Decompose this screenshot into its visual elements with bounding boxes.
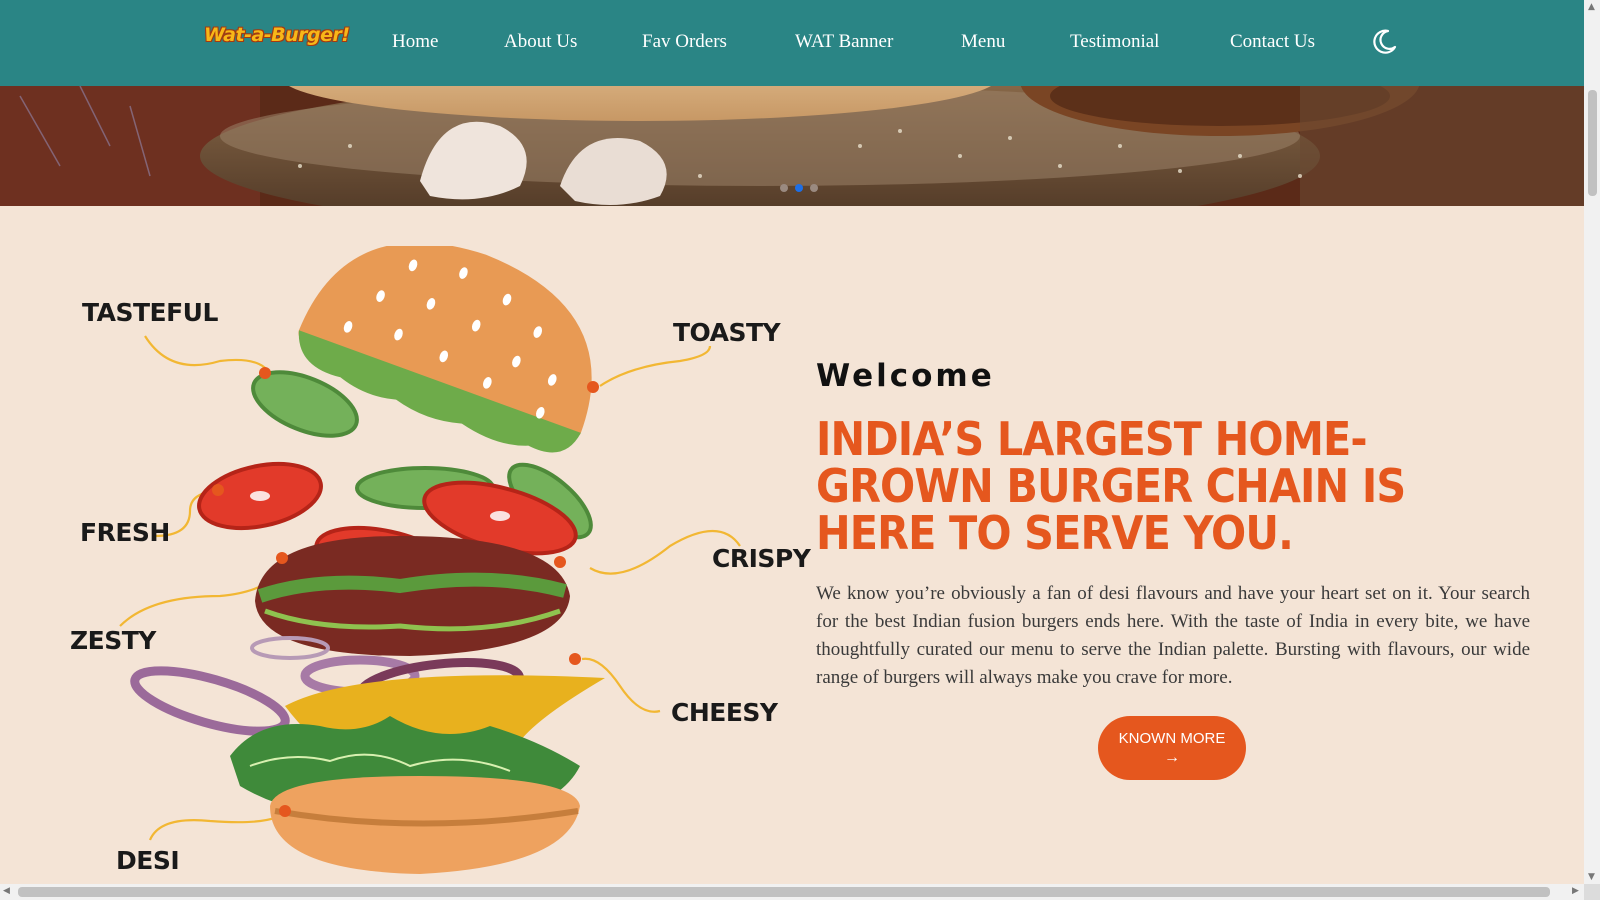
- tag-cheesy: CHEESY: [671, 698, 778, 727]
- scroll-up-icon[interactable]: ▲: [1588, 2, 1595, 12]
- tag-crispy: CRISPY: [712, 544, 811, 573]
- scroll-down-icon[interactable]: ▼: [1588, 872, 1595, 882]
- nav-wat-banner[interactable]: WAT Banner: [795, 31, 893, 53]
- nav-fav-orders[interactable]: Fav Orders: [642, 31, 727, 53]
- brand-logo[interactable]: Wat-a-Burger!: [204, 24, 350, 46]
- nav-about-us[interactable]: About Us: [504, 31, 577, 53]
- tag-tasteful: TASTEFUL: [82, 298, 218, 327]
- tag-fresh: FRESH: [80, 518, 170, 547]
- nav-testimonial[interactable]: Testimonial: [1070, 31, 1159, 53]
- tag-desi: DESI: [116, 846, 180, 875]
- nav-menu[interactable]: Menu: [961, 31, 1005, 53]
- tag-zesty: ZESTY: [70, 626, 156, 655]
- hero-carousel: [0, 86, 1584, 206]
- carousel-dot-1[interactable]: [780, 184, 788, 192]
- nav-home[interactable]: Home: [392, 31, 438, 53]
- navbar: Wat-a-Burger! Home About Us Fav Orders W…: [0, 0, 1584, 86]
- scroll-left-icon[interactable]: ◀: [3, 886, 10, 896]
- tag-toasty: TOASTY: [673, 318, 781, 347]
- carousel-indicators: [780, 184, 818, 192]
- known-more-label: KNOWN MORE: [1118, 730, 1226, 747]
- arrow-right-icon: →: [1164, 749, 1180, 766]
- moon-icon[interactable]: [1370, 28, 1398, 56]
- carousel-dot-2[interactable]: [795, 184, 803, 192]
- scroll-right-icon[interactable]: ▶: [1572, 886, 1579, 896]
- welcome-heading: Welcome: [816, 358, 995, 394]
- known-more-button[interactable]: KNOWN MORE →: [1098, 716, 1246, 780]
- horizontal-scroll-thumb[interactable]: [18, 887, 1550, 897]
- carousel-dot-3[interactable]: [810, 184, 818, 192]
- about-section: TASTEFUL TOASTY FRESH CRISPY ZESTY CHEES…: [0, 206, 1584, 884]
- nav-contact-us[interactable]: Contact Us: [1230, 31, 1315, 53]
- vertical-scroll-thumb[interactable]: [1588, 90, 1597, 196]
- page-headline: INDIA’S LARGEST HOME-GROWN BURGER CHAIN …: [816, 412, 1406, 560]
- about-description: We know you’re obviously a fan of desi f…: [816, 583, 1530, 688]
- scrollbar-corner: [1584, 884, 1600, 900]
